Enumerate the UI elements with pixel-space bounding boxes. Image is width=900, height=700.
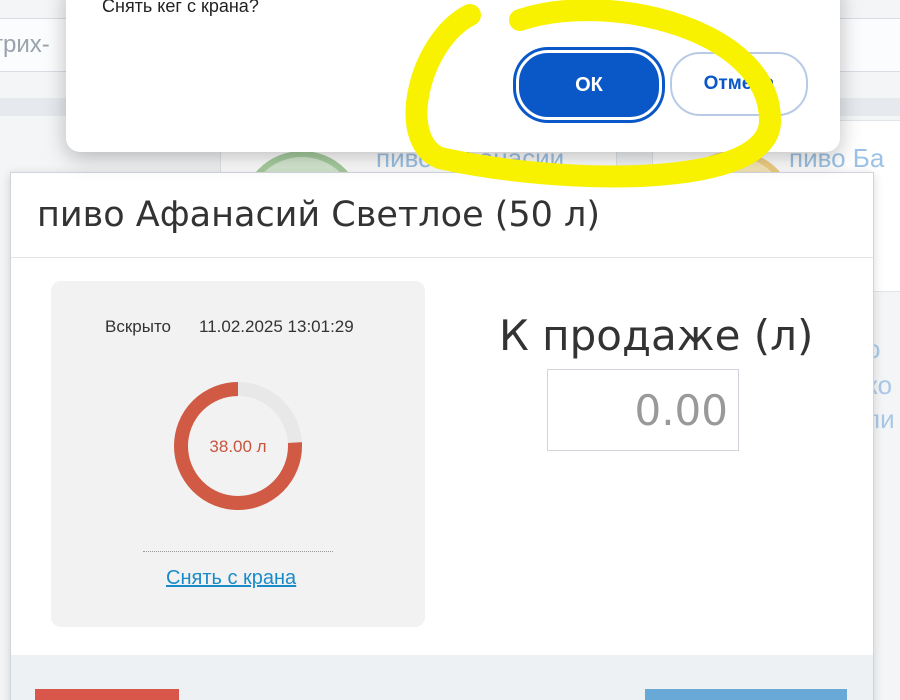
footer-action-button[interactable] <box>35 689 179 700</box>
background-search-text: трих- <box>0 31 50 58</box>
cancel-button[interactable]: Отмена <box>670 52 808 116</box>
remove-from-tap-link[interactable]: Снять с крана <box>166 567 296 590</box>
confirm-dialog: Снять кег с крана? ОК Отмена <box>66 0 840 152</box>
opened-timestamp: 11.02.2025 13:01:29 <box>199 317 354 336</box>
modal-footer <box>11 655 873 700</box>
footer-action-button[interactable] <box>645 689 847 700</box>
remaining-volume-gauge: 38.00 л <box>174 382 302 510</box>
for-sale-label: К продаже (л) <box>499 311 814 360</box>
modal-header-divider <box>11 257 873 258</box>
keg-status-panel: Вскрыто 11.02.2025 13:01:29 38.00 л Снят… <box>51 281 425 627</box>
page: трих- пиво Афанасий пиво Ба о ко пи пиво… <box>0 0 900 700</box>
modal-title: пиво Афанасий Светлое (50 л) <box>37 195 601 235</box>
remaining-volume-text: 38.00 л <box>209 437 266 456</box>
keg-details-modal: пиво Афанасий Светлое (50 л) Вскрыто 11.… <box>10 172 874 700</box>
panel-divider <box>143 551 333 552</box>
confirm-message: Снять кег с крана? <box>102 0 259 16</box>
opened-label: Вскрыто <box>105 317 171 336</box>
for-sale-input[interactable] <box>547 369 739 451</box>
ok-button[interactable]: ОК <box>516 50 662 120</box>
